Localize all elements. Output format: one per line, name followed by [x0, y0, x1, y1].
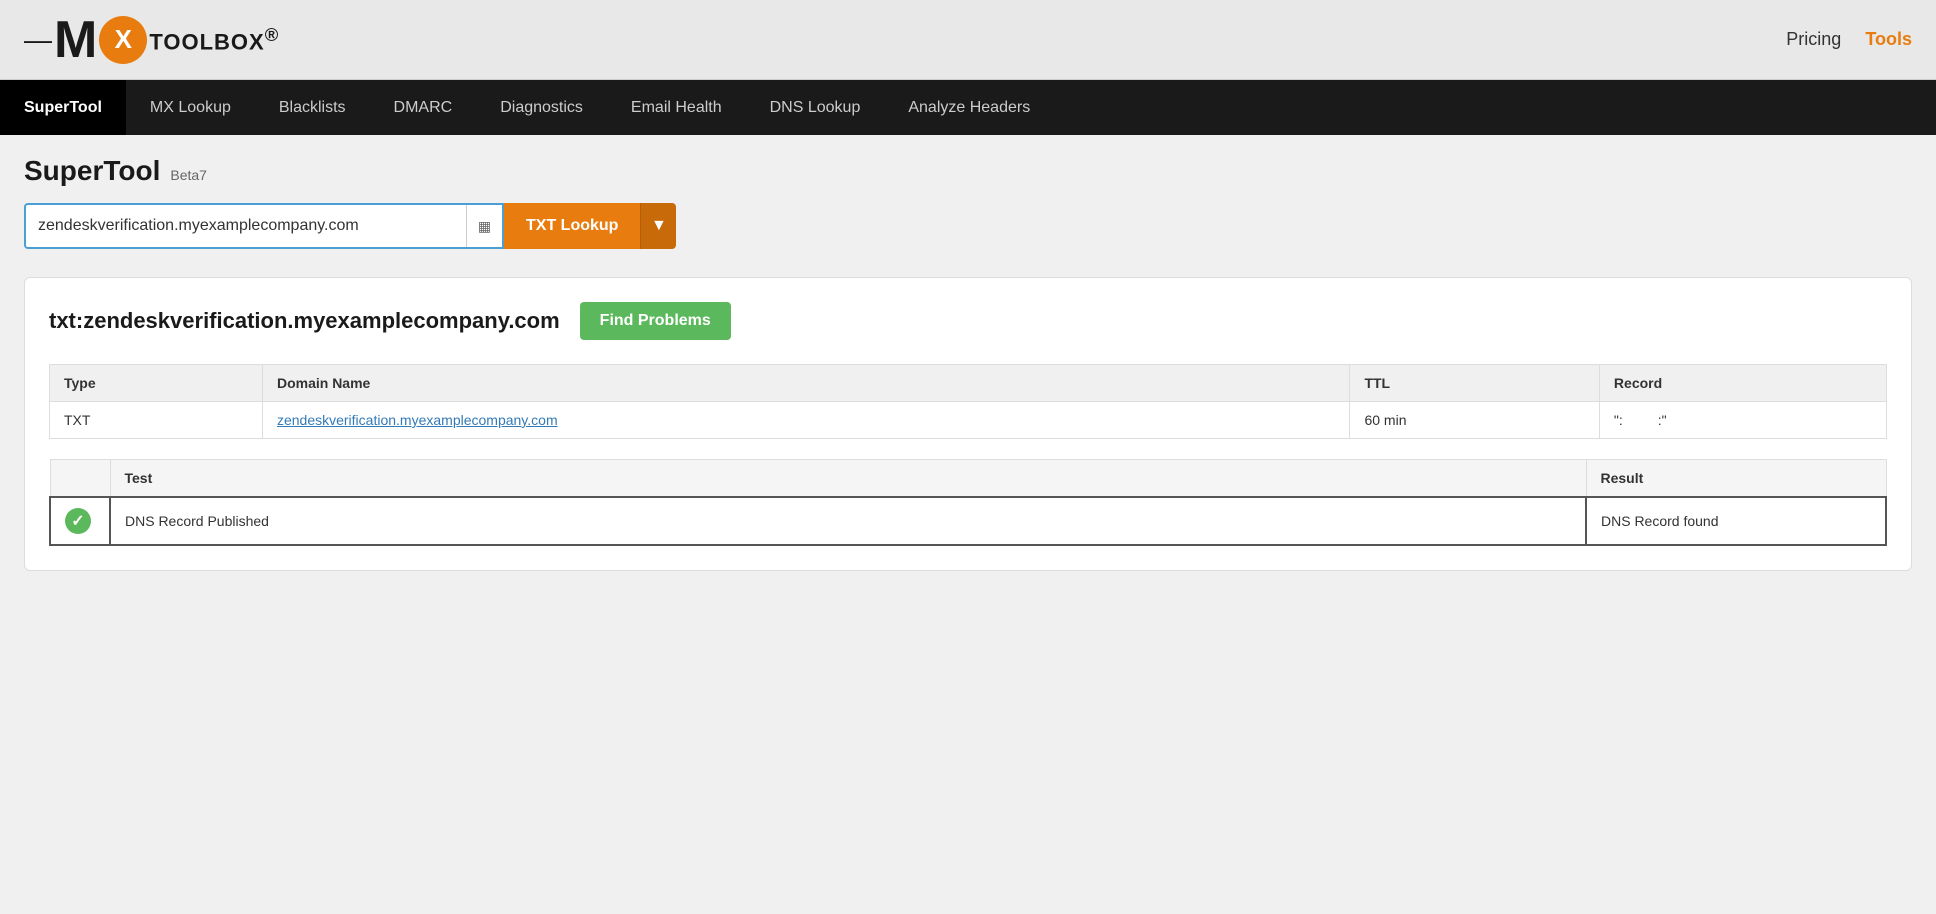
col-domain: Domain Name	[262, 365, 1349, 402]
nav-email-health[interactable]: Email Health	[607, 80, 746, 135]
logo-circle: X	[99, 16, 147, 64]
col-status	[50, 460, 110, 498]
logo-x-icon: X	[115, 24, 132, 55]
pricing-link[interactable]: Pricing	[1786, 29, 1841, 50]
page-title-area: SuperTool Beta7	[24, 155, 1912, 187]
col-test: Test	[110, 460, 1586, 498]
search-input-wrapper: ▦	[24, 203, 504, 249]
tools-link[interactable]: Tools	[1865, 29, 1912, 50]
cell-record: ": :"	[1599, 402, 1886, 439]
page-title: SuperTool	[24, 155, 160, 187]
test-row: ✓ DNS Record Published DNS Record found	[50, 497, 1886, 545]
cell-type: TXT	[50, 402, 263, 439]
lookup-dropdown-button[interactable]: ▼	[640, 203, 676, 249]
col-record: Record	[1599, 365, 1886, 402]
main-content: SuperTool Beta7 ▦ TXT Lookup ▼ txt:zende…	[0, 135, 1936, 914]
test-results-table: Test Result ✓ DNS Record Published DNS R…	[49, 459, 1887, 546]
nav-dmarc[interactable]: DMARC	[370, 80, 477, 135]
cell-test-name: DNS Record Published	[110, 497, 1586, 545]
page-badge: Beta7	[170, 167, 207, 183]
dns-data-table: Type Domain Name TTL Record TXT zendeskv…	[49, 364, 1887, 439]
results-card: txt:zendeskverification.myexamplecompany…	[24, 277, 1912, 571]
logo-dash: —	[24, 24, 52, 56]
col-result: Result	[1586, 460, 1886, 498]
search-input[interactable]	[26, 217, 466, 235]
cell-test-result: DNS Record found	[1586, 497, 1886, 545]
nav-bar: SuperTool MX Lookup Blacklists DMARC Dia…	[0, 80, 1936, 135]
find-problems-button[interactable]: Find Problems	[580, 302, 731, 340]
cell-domain[interactable]: zendeskverification.myexamplecompany.com	[262, 402, 1349, 439]
dropdown-arrow-icon: ▼	[651, 217, 667, 235]
col-ttl: TTL	[1350, 365, 1599, 402]
logo-m: M	[54, 14, 97, 66]
nav-diagnostics[interactable]: Diagnostics	[476, 80, 607, 135]
logo-toolbox: TOOLBOX®	[149, 24, 279, 55]
nav-analyze-headers[interactable]: Analyze Headers	[884, 80, 1054, 135]
nav-dns-lookup[interactable]: DNS Lookup	[746, 80, 885, 135]
top-nav: Pricing Tools	[1786, 29, 1912, 50]
nav-mx-lookup[interactable]: MX Lookup	[126, 80, 255, 135]
logo[interactable]: — M X TOOLBOX®	[24, 14, 279, 66]
top-header: — M X TOOLBOX® Pricing Tools	[0, 0, 1936, 80]
search-bar: ▦ TXT Lookup ▼	[24, 203, 1912, 249]
lookup-button[interactable]: TXT Lookup	[504, 203, 640, 249]
col-type: Type	[50, 365, 263, 402]
nav-blacklists[interactable]: Blacklists	[255, 80, 370, 135]
cell-ttl: 60 min	[1350, 402, 1599, 439]
nav-supertool[interactable]: SuperTool	[0, 80, 126, 135]
search-options-icon[interactable]: ▦	[466, 205, 502, 247]
results-header: txt:zendeskverification.myexamplecompany…	[49, 302, 1887, 340]
pass-icon: ✓	[65, 508, 91, 534]
cell-status-icon: ✓	[50, 497, 110, 545]
table-row: TXT zendeskverification.myexamplecompany…	[50, 402, 1887, 439]
results-domain-label: txt:zendeskverification.myexamplecompany…	[49, 308, 560, 334]
